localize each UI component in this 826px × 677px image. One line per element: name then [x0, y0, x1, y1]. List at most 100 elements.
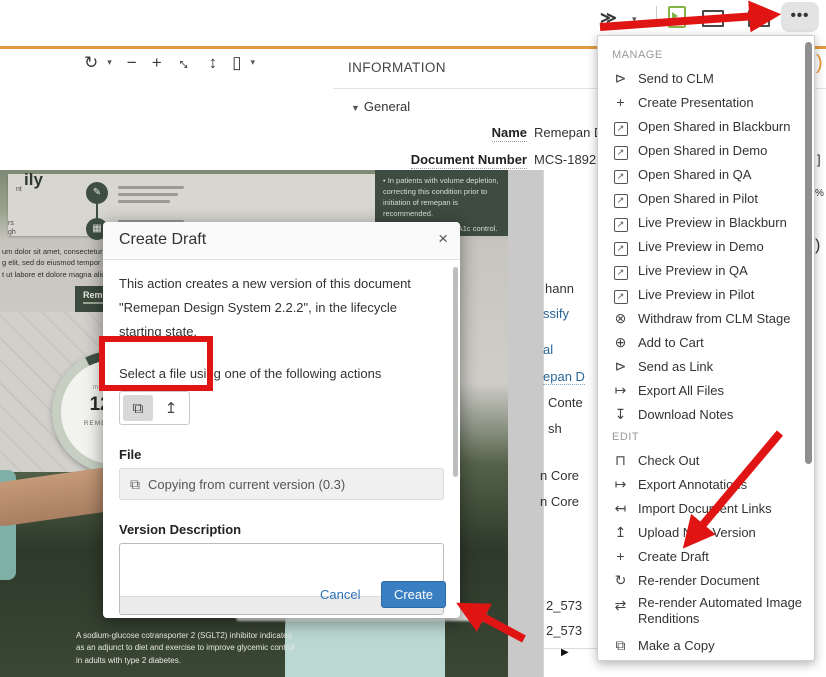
- menu-item-live-preview-in-demo[interactable]: ↗Live Preview in Demo: [598, 234, 814, 258]
- general-section-toggle[interactable]: ▼General: [351, 99, 410, 114]
- menu-item-create-presentation[interactable]: +Create Presentation: [598, 90, 814, 114]
- covered-text-fragment: ): [816, 52, 823, 75]
- more-actions-button[interactable]: •••: [781, 2, 819, 32]
- menu-item-label: Live Preview in Blackburn: [638, 215, 787, 230]
- covered-text-fragment: %: [815, 188, 824, 199]
- menu-item-re-render-document[interactable]: ↻ Re-render Document: [598, 568, 814, 592]
- zoom-in-icon[interactable]: +: [152, 54, 162, 71]
- upload-icon: ↥: [165, 399, 178, 417]
- menu-item-make-a-copy[interactable]: ⧉Make a Copy: [598, 633, 814, 657]
- menu-item-label: Open Shared in QA: [638, 167, 751, 182]
- divider: [543, 648, 597, 649]
- covered-text-fragment: n Core: [540, 494, 579, 509]
- covered-text-fragment: ]: [817, 152, 821, 167]
- page-options-icon[interactable]: ▯: [232, 54, 241, 71]
- external-link-icon: ↗: [612, 260, 629, 280]
- covered-text-fragment: epan D: [543, 369, 585, 385]
- copy-current-version-button[interactable]: ⧉: [123, 395, 153, 421]
- chevron-down-icon: ▼: [351, 103, 360, 113]
- bookmark-icon[interactable]: [748, 10, 770, 27]
- menu-item-export-annotations[interactable]: ↦Export Annotations: [598, 472, 814, 496]
- menu-item-open-shared-in-blackburn[interactable]: ↗Open Shared in Blackburn: [598, 114, 814, 138]
- field-label: Document Number: [333, 152, 527, 167]
- rotate-icon-caret[interactable]: ▾: [107, 58, 112, 67]
- text-bar: [118, 193, 178, 196]
- external-link-icon: ↗: [612, 284, 629, 304]
- menu-section-edit: EDIT: [598, 426, 814, 448]
- bullet-text: In patients with volume depletion, corre…: [383, 176, 500, 220]
- covered-text-fragment: 2_573: [546, 598, 582, 613]
- covered-text-fragment: hann: [545, 281, 574, 296]
- send-icon: ⊳: [612, 68, 629, 88]
- dialog-body: This action creates a new version of thi…: [103, 260, 460, 615]
- menu-item-label: Upload New Version: [638, 525, 756, 540]
- covered-text-fragment: Conte: [548, 395, 583, 410]
- menu-item-upload-new-version[interactable]: ↥Upload New Version: [598, 520, 814, 544]
- external-link-icon: ↗: [612, 236, 629, 256]
- dialog-title: Create Draft: [119, 231, 206, 249]
- dialog-actions: Cancel Create: [103, 581, 460, 608]
- external-link-icon: ↗: [612, 140, 629, 160]
- create-button[interactable]: Create: [381, 581, 446, 608]
- app-window: ≫ ▾ ••• ↻▾−+↔↕▯▾ INFORMATION ▼General Na…: [0, 0, 826, 677]
- expand-icon[interactable]: ↔: [173, 50, 197, 74]
- preview-heading-fragment: ily: [24, 170, 43, 190]
- toolbar-divider: [656, 6, 657, 27]
- upload-file-button[interactable]: ↥: [156, 395, 186, 421]
- menu-item-live-preview-in-qa[interactable]: ↗Live Preview in QA: [598, 258, 814, 282]
- export-file-icon: ↦: [612, 380, 629, 400]
- zoom-out-icon[interactable]: −: [127, 54, 137, 71]
- covered-text-fragment: n Core: [540, 468, 579, 483]
- covered-text-fragment: sh: [548, 421, 562, 436]
- menu-item-label: Send as Link: [638, 359, 713, 374]
- menu-item-open-shared-in-qa[interactable]: ↗ Open Shared in QA: [598, 162, 814, 186]
- timeline-label: nt: [16, 186, 22, 193]
- dialog-description: This action creates a new version of thi…: [119, 272, 441, 344]
- clm-document-icon[interactable]: [668, 6, 686, 28]
- menu-item-label: Create Draft: [638, 549, 709, 564]
- rerender-icon: ↻: [612, 570, 629, 590]
- menu-item-export-all-files[interactable]: ↦Export All Files: [598, 378, 814, 402]
- dialog-scrollbar[interactable]: [453, 267, 458, 477]
- fit-height-icon[interactable]: ↕: [209, 54, 218, 71]
- text-bar: [118, 200, 170, 203]
- menu-scrollbar[interactable]: [805, 42, 812, 464]
- menu-item-label: Re-render Document: [638, 573, 759, 588]
- menu-item-open-shared-in-demo[interactable]: ↗Open Shared in Demo: [598, 138, 814, 162]
- menu-item-label: Export Annotations: [638, 477, 747, 492]
- copy-icon: ⧉: [133, 400, 144, 417]
- information-title: INFORMATION: [348, 60, 446, 75]
- rotate-icon[interactable]: ↻: [84, 54, 98, 71]
- menu-item-label: Open Shared in Pilot: [638, 191, 758, 206]
- menu-item-create-draft[interactable]: + Create Draft: [598, 544, 814, 568]
- workflow-caret-icon[interactable]: ▾: [632, 14, 637, 25]
- external-link-icon: ↗: [612, 164, 629, 184]
- menu-item-open-shared-in-pilot[interactable]: ↗ Open Shared in Pilot: [598, 186, 814, 210]
- close-icon[interactable]: ×: [438, 229, 448, 249]
- select-file-instruction: Select a file using one of the following…: [119, 366, 444, 381]
- menu-item-download-notes[interactable]: ↧Download Notes: [598, 402, 814, 426]
- menu-item-send-as-link[interactable]: ⊳ Send as Link: [598, 354, 814, 378]
- plus-icon: +: [612, 546, 629, 566]
- menu-item-check-out[interactable]: ⊓Check Out: [598, 448, 814, 472]
- menu-item-import-document-links[interactable]: ↤Import Document Links: [598, 496, 814, 520]
- pencil-icon: ✎: [86, 182, 108, 204]
- cancel-button[interactable]: Cancel: [320, 587, 360, 602]
- more-actions-menu: MANAGE⊳Send to CLM+Create Presentation↗O…: [597, 35, 815, 661]
- menu-item-label: Download Notes: [638, 407, 733, 422]
- send-icon: ⊳: [612, 356, 629, 376]
- page-options-icon-caret[interactable]: ▾: [251, 58, 256, 67]
- menu-item-live-preview-in-blackburn[interactable]: ↗Live Preview in Blackburn: [598, 210, 814, 234]
- workflow-icon[interactable]: ≫: [600, 8, 617, 28]
- menu-item-add-to-cart[interactable]: ⊕Add to Cart: [598, 330, 814, 354]
- preview-lorem-text: um dolor sit amet, consectetur g elit, s…: [2, 246, 116, 280]
- menu-item-re-render-automated-image-renditions[interactable]: ⇄Re-render Automated Image Renditions: [598, 592, 814, 633]
- covered-text-fragment: ▶: [561, 647, 569, 658]
- menu-item-label: Add to Cart: [638, 335, 704, 350]
- external-link-icon: ↗: [612, 188, 629, 208]
- menu-item-live-preview-in-pilot[interactable]: ↗Live Preview in Pilot: [598, 282, 814, 306]
- menu-item-withdraw-from-clm-stage[interactable]: ⊗Withdraw from CLM Stage: [598, 306, 814, 330]
- menu-item-label: Re-render Automated Image Renditions: [638, 595, 806, 627]
- annotations-icon[interactable]: [702, 10, 724, 27]
- menu-item-send-to-clm[interactable]: ⊳Send to CLM: [598, 66, 814, 90]
